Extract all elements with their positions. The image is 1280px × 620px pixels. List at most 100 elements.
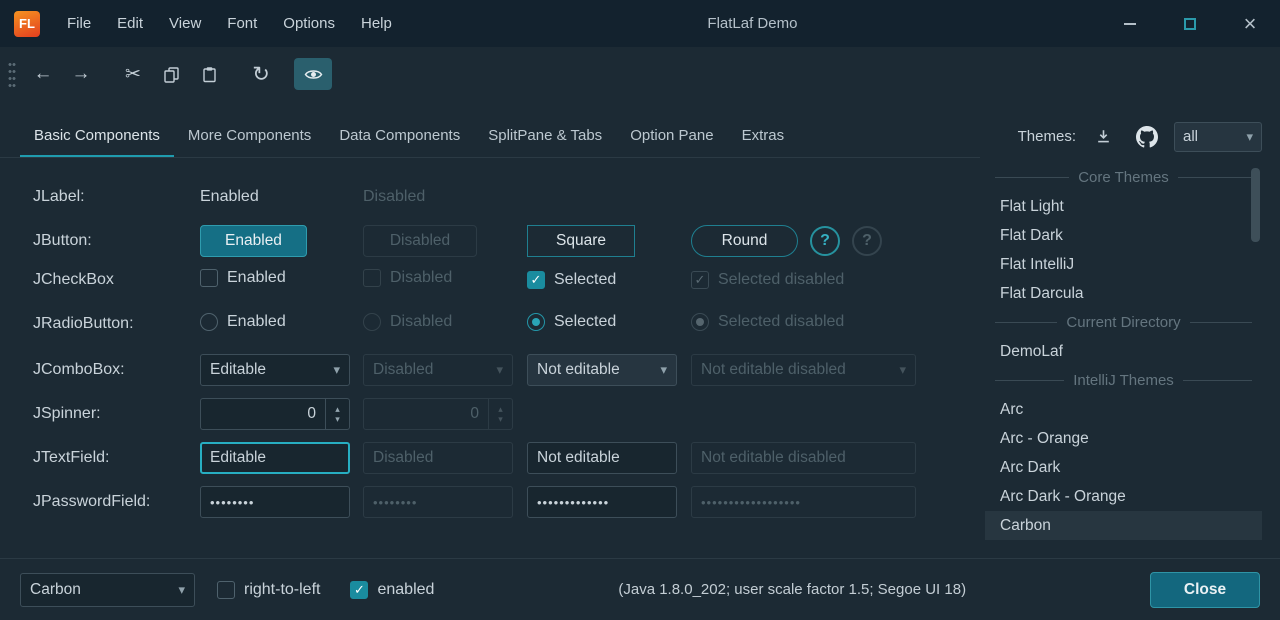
tab-extras[interactable]: Extras: [728, 115, 799, 158]
jbutton-row-label: JButton:: [33, 232, 200, 250]
radio-selected-icon: [527, 313, 545, 331]
theme-list-item[interactable]: DemoLaf: [985, 337, 1262, 366]
window-title: FlatLaf Demo: [405, 15, 1100, 32]
enabled-checkbox[interactable]: ✓ enabled: [350, 581, 434, 599]
spinner-value: 0: [201, 399, 325, 429]
forward-button[interactable]: →: [62, 58, 100, 90]
theme-list-item[interactable]: Flat Darcula: [985, 279, 1262, 308]
github-button[interactable]: [1130, 122, 1164, 152]
menu-options[interactable]: Options: [270, 0, 348, 47]
theme-list-item[interactable]: Flat Light: [985, 192, 1262, 221]
menu-edit[interactable]: Edit: [104, 0, 156, 47]
tab-data-components[interactable]: Data Components: [325, 115, 474, 158]
refresh-button[interactable]: ↻: [242, 58, 280, 90]
maximize-button[interactable]: [1160, 0, 1220, 47]
tab-more-components[interactable]: More Components: [174, 115, 325, 158]
theme-filter-value: all: [1183, 128, 1198, 145]
passwordfield-not-editable[interactable]: [527, 486, 677, 518]
jlabel-row: JLabel: Enabled Disabled: [33, 175, 985, 219]
checkbox-label: enabled: [377, 581, 434, 599]
jradiobutton-row: JRadioButton: Enabled Disabled Selected …: [33, 307, 985, 351]
clipboard-icon: [201, 66, 218, 83]
close-window-button[interactable]: ×: [1220, 0, 1280, 47]
menu-view[interactable]: View: [156, 0, 214, 47]
radio-enabled[interactable]: Enabled: [200, 313, 286, 331]
toolbar-grip-handle[interactable]: [8, 61, 16, 88]
theme-list-item[interactable]: Arc Dark: [985, 453, 1262, 482]
theme-list-item[interactable]: Flat IntelliJ: [985, 250, 1262, 279]
combobox-not-editable[interactable]: Not editable▾: [527, 354, 677, 386]
copy-button[interactable]: [152, 58, 190, 90]
theme-list-item[interactable]: Arc Dark - Orange: [985, 482, 1262, 511]
tab-splitpane-tabs[interactable]: SplitPane & Tabs: [474, 115, 616, 158]
jtextfield-row: JTextField:: [33, 439, 985, 483]
theme-list-item[interactable]: Arc - Orange: [985, 424, 1262, 453]
checkbox-enabled[interactable]: Enabled: [200, 269, 286, 287]
menu-font[interactable]: Font: [214, 0, 270, 47]
radio-selected-disabled: Selected disabled: [691, 313, 844, 331]
radio-icon: [363, 313, 381, 331]
download-themes-button[interactable]: [1086, 122, 1120, 152]
textfield-not-editable[interactable]: [527, 442, 677, 474]
theme-list-item-selected[interactable]: Carbon: [985, 511, 1262, 540]
spinner-down-icon: ▾: [335, 414, 340, 424]
close-button[interactable]: Close: [1150, 572, 1260, 608]
paste-button[interactable]: [190, 58, 228, 90]
spinner-buttons[interactable]: ▴▾: [325, 399, 349, 429]
jspinner-row-label: JSpinner:: [33, 405, 200, 423]
jcheckbox-row: JCheckBox Enabled Disabled ✓Selected ✓Se…: [33, 263, 985, 307]
spinner-enabled[interactable]: 0 ▴▾: [200, 398, 350, 430]
square-button[interactable]: Square: [527, 225, 635, 257]
enabled-button[interactable]: Enabled: [200, 225, 307, 257]
tab-option-pane[interactable]: Option Pane: [616, 115, 727, 158]
theme-list-item[interactable]: Flat Dark: [985, 221, 1262, 250]
back-button[interactable]: ←: [24, 58, 62, 90]
menu-file[interactable]: File: [54, 0, 104, 47]
checkbox-icon: [217, 581, 235, 599]
jtextfield-row-label: JTextField:: [33, 449, 200, 467]
checkbox-label: Selected disabled: [718, 271, 844, 289]
eye-icon: [304, 68, 323, 81]
theme-list-item[interactable]: Arc: [985, 395, 1262, 424]
checkbox-label: Selected: [554, 271, 616, 289]
right-to-left-checkbox[interactable]: right-to-left: [217, 581, 320, 599]
radio-selected[interactable]: Selected: [527, 313, 616, 331]
themes-label: Themes:: [1018, 128, 1076, 145]
component-grid: JLabel: Enabled Disabled JButton: Enable…: [0, 158, 985, 527]
themes-scrollbar[interactable]: [1251, 168, 1260, 242]
window-controls: ×: [1100, 0, 1280, 47]
checkbox-selected[interactable]: ✓Selected: [527, 271, 616, 289]
cut-button[interactable]: ✂: [114, 58, 152, 90]
combobox-disabled: Disabled▾: [363, 354, 513, 386]
spinner-disabled: 0 ▴▾: [363, 398, 513, 430]
disabled-button: Disabled: [363, 225, 477, 257]
chevron-down-icon: ▾: [660, 362, 667, 378]
checkbox-label: Enabled: [227, 269, 286, 287]
show-hidden-toggle-button[interactable]: [294, 58, 332, 90]
theme-selector-combobox[interactable]: Carbon ▾: [20, 573, 195, 607]
jcheckbox-row-label: JCheckBox: [33, 271, 200, 289]
checkbox-label: right-to-left: [244, 581, 320, 599]
combobox-editable[interactable]: Editable▾: [200, 354, 350, 386]
textfield-disabled: [363, 442, 513, 474]
flatlaf-demo-window: FL File Edit View Font Options Help Flat…: [0, 0, 1280, 620]
help-button[interactable]: ?: [810, 226, 840, 256]
theme-group-separator: IntelliJ Themes: [985, 366, 1262, 395]
theme-selector-value: Carbon: [30, 581, 81, 599]
jspinner-row: JSpinner: 0 ▴▾ 0 ▴▾: [33, 395, 985, 439]
tab-basic-components[interactable]: Basic Components: [20, 115, 174, 158]
close-icon: ×: [1244, 11, 1257, 37]
maximize-icon: [1184, 18, 1196, 30]
jlabel-row-label: JLabel:: [33, 188, 200, 206]
passwordfield-editable[interactable]: [200, 486, 350, 518]
textfield-editable[interactable]: [200, 442, 350, 474]
menu-help[interactable]: Help: [348, 0, 405, 47]
scissors-icon: ✂: [125, 63, 141, 86]
spinner-up-icon: ▴: [498, 404, 503, 414]
round-button[interactable]: Round: [691, 225, 798, 257]
refresh-icon: ↻: [252, 62, 270, 87]
minimize-button[interactable]: [1100, 0, 1160, 47]
chevron-down-icon: ▾: [178, 582, 185, 598]
theme-filter-combobox[interactable]: all ▾: [1174, 122, 1262, 152]
jpasswordfield-row-label: JPasswordField:: [33, 493, 200, 511]
